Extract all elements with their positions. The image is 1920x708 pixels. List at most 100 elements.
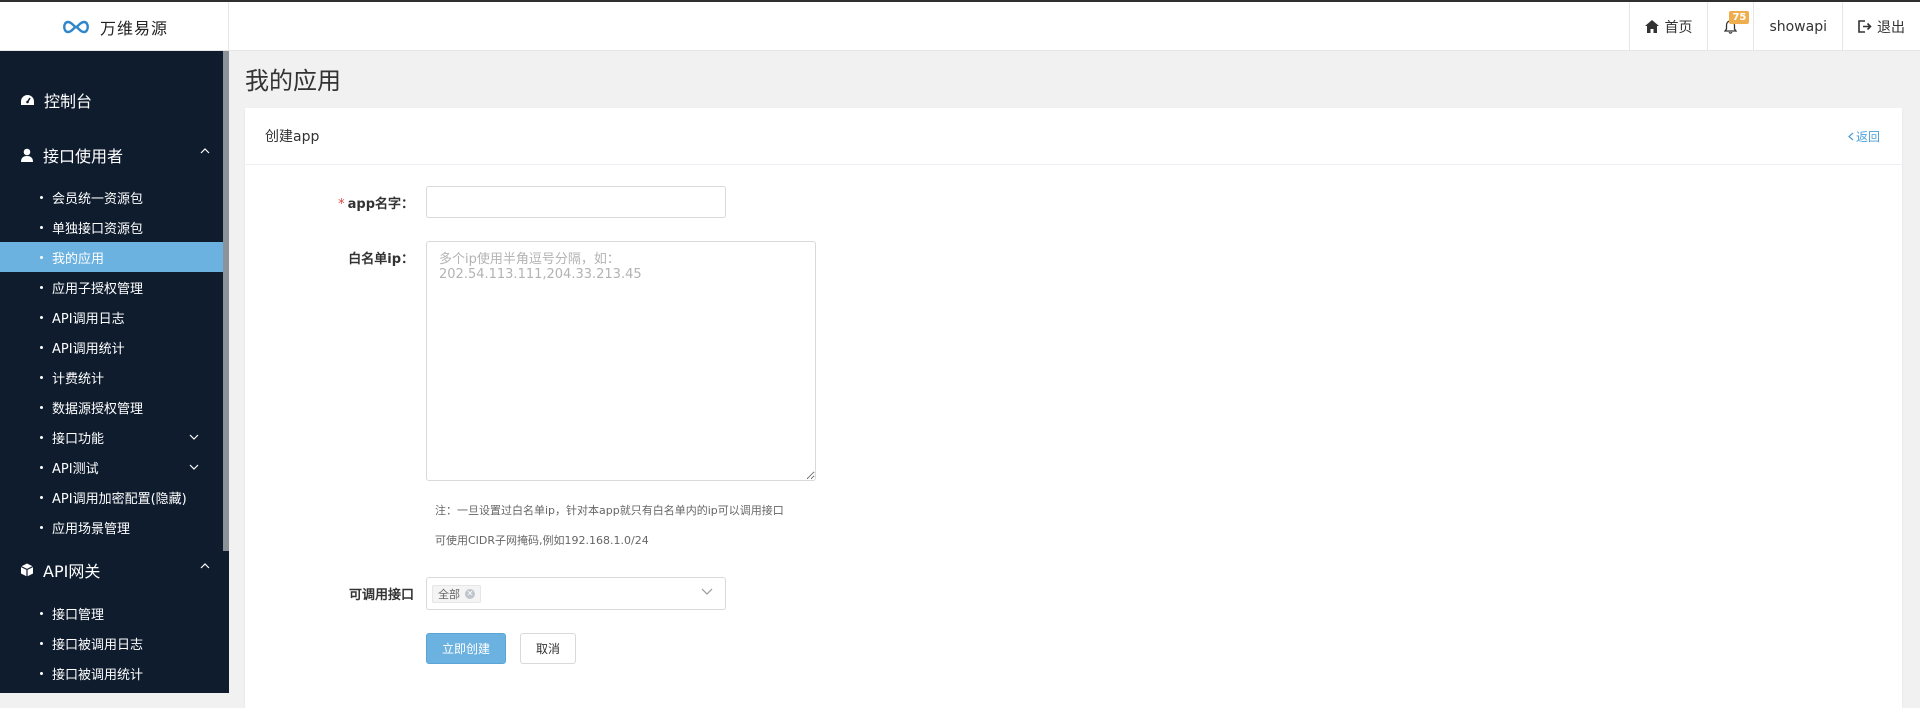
sidebar-item-called-stats[interactable]: 接口被调用统计	[0, 658, 223, 688]
brand-name: 万维易源	[99, 18, 168, 38]
tag-label: 全部	[438, 587, 460, 601]
sidebar-item-label: 应用子授权管理	[52, 281, 144, 297]
sidebar: 控制台 接口使用者 会员统一资源包 单独接口资源包 我的应用 应用子授权管理 A…	[0, 51, 229, 693]
create-button[interactable]: 立即创建	[426, 633, 506, 664]
chevron-down-icon	[189, 434, 199, 440]
selected-tag: 全部 ✕	[432, 584, 481, 603]
back-link[interactable]: 返回	[1848, 128, 1880, 145]
bullet-icon	[40, 285, 43, 289]
sidebar-item-api-log[interactable]: API调用日志	[0, 302, 223, 332]
chevron-up-icon	[200, 563, 210, 569]
api-select-label: 可调用接口	[348, 588, 414, 603]
card-header: 创建app 返回	[245, 108, 1902, 165]
sidebar-item-label: 接口被调用日志	[52, 637, 144, 653]
home-label: 首页	[1664, 19, 1693, 36]
sidebar-item-label: API调用统计	[52, 341, 125, 357]
bullet-icon	[40, 195, 43, 199]
sidebar-item-label: 计费统计	[52, 371, 105, 387]
home-link[interactable]: 首页	[1629, 2, 1707, 51]
sidebar-group-label: 接口使用者	[43, 147, 124, 166]
bullet-icon	[40, 495, 43, 499]
logout-label: 退出	[1877, 19, 1905, 36]
home-icon	[1645, 20, 1660, 33]
bullet-icon	[40, 525, 43, 529]
bullet-icon	[40, 435, 43, 439]
logout-link[interactable]: 退出	[1842, 2, 1920, 51]
cidr-note: 可使用CIDR子网掩码,例如192.168.1.0/24	[435, 534, 649, 547]
main-content: 我的应用 创建app 返回 *app名字： 白名单ip： 注：一旦设置过白名单i…	[229, 51, 1920, 708]
sidebar-item-label: API测试	[52, 461, 99, 477]
username-label: showapi	[1769, 18, 1827, 35]
whitelist-label: 白名单ip：	[348, 252, 414, 267]
sidebar-item-dashboard[interactable]: 控制台	[0, 87, 229, 113]
whitelist-ip-textarea[interactable]	[426, 241, 816, 481]
sidebar-item-single-package[interactable]: 单独接口资源包	[0, 212, 223, 242]
sidebar-item-scenario-mgmt[interactable]: 应用场景管理	[0, 512, 223, 542]
user-icon	[21, 148, 33, 162]
sidebar-item-datasource-auth[interactable]: 数据源授权管理	[0, 392, 223, 422]
sidebar-item-label: API调用日志	[52, 311, 125, 327]
bullet-icon	[40, 641, 43, 645]
tag-close-icon[interactable]: ✕	[465, 588, 475, 599]
required-marker: *	[338, 197, 345, 212]
chevron-left-icon	[1848, 132, 1854, 141]
bullet-icon	[40, 225, 43, 229]
cube-icon	[20, 563, 34, 577]
sidebar-group-api-gateway[interactable]: API网关	[0, 557, 229, 583]
bullet-icon	[40, 405, 43, 409]
sidebar-item-label: 单独接口资源包	[52, 221, 144, 237]
bullet-icon	[40, 315, 43, 319]
bullet-icon	[40, 671, 43, 675]
sidebar-submenu-api-user: 会员统一资源包 单独接口资源包 我的应用 应用子授权管理 API调用日志 API…	[0, 182, 223, 542]
sidebar-item-billing-stats[interactable]: 计费统计	[0, 362, 223, 392]
sidebar-item-label: 接口被调用统计	[52, 667, 144, 683]
sidebar-item-my-apps[interactable]: 我的应用	[0, 242, 223, 272]
dashboard-icon	[21, 94, 34, 105]
sidebar-item-label: 应用场景管理	[52, 521, 131, 537]
sidebar-item-label: 控制台	[44, 92, 93, 111]
whitelist-note: 注：一旦设置过白名单ip，针对本app就只有白名单内的ip可以调用接口	[435, 504, 784, 517]
logout-icon	[1858, 20, 1872, 33]
sidebar-item-api-features[interactable]: 接口功能	[0, 422, 223, 452]
sidebar-item-label: 数据源授权管理	[52, 401, 144, 417]
notifications-button[interactable]: 75	[1707, 2, 1753, 51]
bullet-icon	[40, 345, 43, 349]
sidebar-item-api-test[interactable]: API测试	[0, 452, 223, 482]
bullet-icon	[40, 255, 43, 259]
sidebar-group-api-user[interactable]: 接口使用者	[0, 142, 229, 168]
card-title: 创建app	[265, 129, 320, 145]
user-menu[interactable]: showapi	[1753, 2, 1842, 51]
bullet-icon	[40, 611, 43, 615]
sidebar-item-member-package[interactable]: 会员统一资源包	[0, 182, 223, 212]
chevron-up-icon	[200, 148, 210, 154]
bullet-icon	[40, 375, 43, 379]
notification-count-badge: 75	[1729, 11, 1750, 24]
sidebar-item-encryption-config[interactable]: API调用加密配置(隐藏)	[0, 482, 223, 512]
infinity-logo-icon	[63, 20, 89, 33]
sidebar-item-called-log[interactable]: 接口被调用日志	[0, 628, 223, 658]
chevron-down-icon	[701, 588, 713, 595]
sidebar-group-label: API网关	[43, 562, 101, 581]
sidebar-item-label: 我的应用	[52, 251, 105, 267]
top-navbar: 万维易源 首页 75 showapi 退出	[0, 0, 1920, 51]
sidebar-item-api-mgmt[interactable]: 接口管理	[0, 598, 223, 628]
back-label: 返回	[1855, 130, 1880, 144]
sidebar-item-label: 接口管理	[52, 607, 105, 623]
app-name-input[interactable]	[426, 186, 726, 218]
sidebar-item-label: 接口功能	[52, 431, 105, 447]
brand-logo[interactable]: 万维易源	[0, 2, 229, 51]
create-app-card: 创建app 返回 *app名字： 白名单ip： 注：一旦设置过白名单ip，针对本…	[245, 108, 1902, 708]
api-multiselect[interactable]: 全部 ✕	[426, 577, 726, 610]
sidebar-submenu-api-gateway: 接口管理 接口被调用日志 接口被调用统计	[0, 598, 223, 688]
app-name-label-row: * app名字：	[245, 193, 414, 212]
sidebar-item-sub-auth[interactable]: 应用子授权管理	[0, 272, 223, 302]
topnav-right: 首页 75 showapi 退出	[1629, 2, 1920, 51]
sidebar-item-label: 会员统一资源包	[52, 191, 144, 207]
chevron-down-icon	[189, 464, 199, 470]
bullet-icon	[40, 465, 43, 469]
app-name-label: app名字：	[347, 197, 414, 212]
cancel-button[interactable]: 取消	[520, 633, 576, 664]
page-title: 我的应用	[245, 67, 341, 95]
sidebar-item-api-stats[interactable]: API调用统计	[0, 332, 223, 362]
sidebar-item-label: API调用加密配置(隐藏)	[52, 491, 187, 507]
